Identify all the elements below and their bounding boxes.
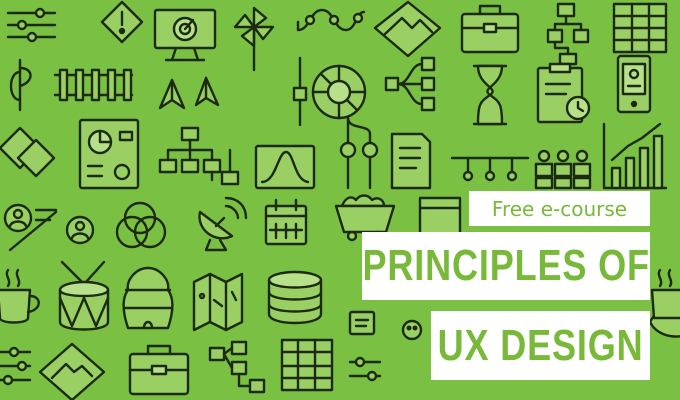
satellite-dish-icon — [198, 196, 248, 252]
spreadsheet-icon — [612, 2, 668, 54]
mountain-icon — [373, 0, 442, 58]
briefcase-bottom-icon — [128, 344, 190, 396]
beehive-icon — [122, 266, 174, 330]
timeline-icon — [450, 156, 530, 182]
vertical-slider-icon — [292, 56, 308, 127]
slider-small-icon — [348, 356, 382, 382]
small-note-icon — [348, 310, 376, 336]
title-line-2: UX DESIGN — [437, 320, 644, 370]
user-journey-icon — [339, 116, 379, 190]
mind-map-bottom-icon — [208, 340, 266, 394]
dashboard-document-icon — [78, 118, 140, 190]
course-type-tag: Free e-course — [469, 191, 650, 226]
calendar-icon — [264, 198, 308, 246]
user-groups-icon — [534, 149, 592, 190]
course-type-text: Free e-course — [491, 196, 628, 221]
pinwheel-icon — [233, 6, 275, 72]
bell-curve-chart-icon — [254, 144, 316, 190]
briefcase-icon — [460, 4, 520, 54]
small-window-icon — [418, 196, 462, 238]
anchor-curve-icon — [9, 58, 32, 112]
spreadsheet-bottom-icon — [280, 338, 334, 392]
mind-map-icon — [384, 56, 436, 112]
coffee-cup-icon — [0, 268, 40, 324]
course-banner: Free e-course PRINCIPLES OF UX DESIGN — [0, 0, 680, 400]
drum-icon — [58, 260, 110, 331]
paper-planes-icon — [158, 76, 220, 110]
venn-diagram-icon — [115, 201, 167, 249]
color-wheel-icon — [311, 64, 367, 120]
user-profile-icon — [3, 203, 95, 252]
warning-icon — [100, 0, 144, 44]
slider-controls-bottom-icon — [0, 346, 32, 386]
coffee-cup-right-icon — [650, 268, 680, 320]
monitor-target-icon — [153, 8, 217, 62]
org-chart-icon — [158, 126, 240, 186]
document-list-icon — [390, 132, 432, 190]
railroad-track-icon — [53, 68, 134, 102]
title-line-1-box: PRINCIPLES OF — [362, 232, 650, 300]
flowchart-icon — [546, 2, 590, 66]
growth-chart-icon — [602, 122, 668, 190]
folded-map-icon — [192, 272, 244, 332]
title-line-2-box: UX DESIGN — [431, 311, 650, 380]
flow-curve-icon — [296, 8, 366, 32]
database-icon — [267, 270, 323, 325]
title-line-1: PRINCIPLES OF — [362, 241, 650, 290]
hourglass-icon — [472, 64, 508, 126]
slider-controls-icon — [6, 7, 57, 43]
clipboard-clock-icon — [536, 62, 591, 124]
mountain-bottom-icon — [38, 342, 106, 400]
grid-shapes-icon — [0, 126, 56, 178]
small-face-icon — [401, 319, 423, 341]
mobile-app-icon — [616, 54, 652, 114]
